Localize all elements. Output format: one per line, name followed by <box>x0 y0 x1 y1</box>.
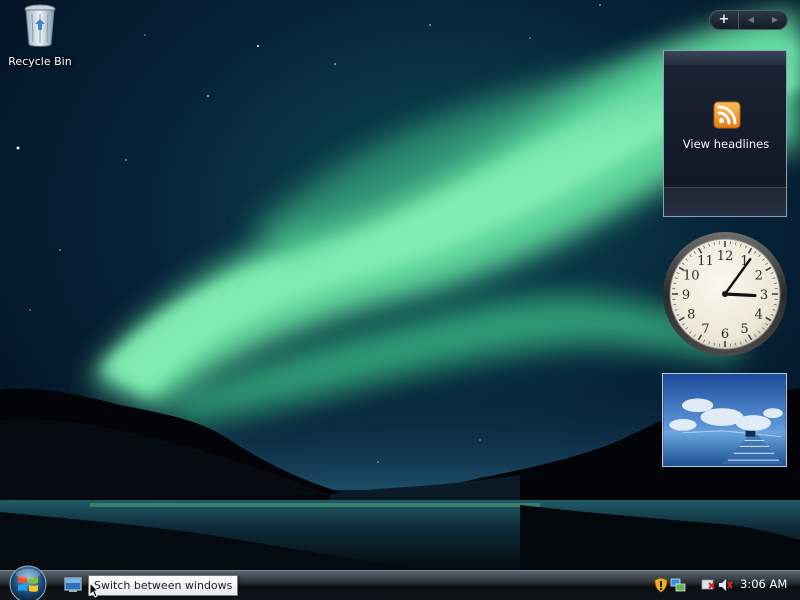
security-shield-icon[interactable] <box>653 577 669 593</box>
feed-headlines-gadget[interactable]: View headlines <box>663 50 787 217</box>
add-gadget-button[interactable]: + <box>710 11 739 29</box>
previous-gadgets-button[interactable]: ◀ <box>739 11 763 29</box>
clock-numeral: 7 <box>701 322 709 337</box>
clock-gadget[interactable]: 12 1234567891011 <box>662 231 788 357</box>
network-icon[interactable] <box>670 577 686 593</box>
clock-numeral: 12 <box>717 249 734 264</box>
next-gadgets-button[interactable]: ▶ <box>763 11 787 29</box>
slideshow-gadget[interactable] <box>662 373 787 467</box>
clock-numeral: 6 <box>721 327 729 342</box>
volume-muted-icon[interactable] <box>717 577 733 593</box>
sidebar-controls: + ◀ ▶ <box>709 10 788 30</box>
desktop[interactable]: Recycle Bin + ◀ ▶ View headlines 12 1 2 … <box>0 0 800 600</box>
taskbar-clock[interactable]: 3:06 AM <box>740 572 787 599</box>
switch-windows-tooltip: Switch between windows <box>88 575 239 596</box>
mouse-cursor-icon <box>89 582 99 598</box>
clock-numeral: 2 <box>755 269 763 284</box>
show-desktop-icon[interactable] <box>64 577 82 593</box>
rss-feed-icon <box>713 101 741 129</box>
recycle-bin-icon <box>24 4 56 47</box>
clock-numeral: 11 <box>697 254 714 269</box>
power-icon[interactable] <box>700 577 716 593</box>
feed-gadget-footer <box>664 187 786 216</box>
feed-gadget-header <box>664 51 786 65</box>
windows-start-orb-icon[interactable] <box>7 564 49 600</box>
view-headlines-link[interactable]: View headlines <box>664 137 788 151</box>
clock-numeral: 5 <box>740 322 748 337</box>
clock-numeral: 3 <box>760 288 768 303</box>
recycle-bin-shortcut[interactable]: Recycle Bin <box>6 2 74 68</box>
clock-numeral: 9 <box>682 288 690 303</box>
clock-center-pin <box>722 291 728 297</box>
system-tray: 3:06 AM <box>648 572 800 599</box>
clock-numeral: 8 <box>687 308 695 323</box>
recycle-bin-label: Recycle Bin <box>8 55 72 68</box>
clock-numeral: 4 <box>755 308 763 323</box>
clock-hour-hand <box>723 292 757 298</box>
clock-numeral: 10 <box>683 269 700 284</box>
